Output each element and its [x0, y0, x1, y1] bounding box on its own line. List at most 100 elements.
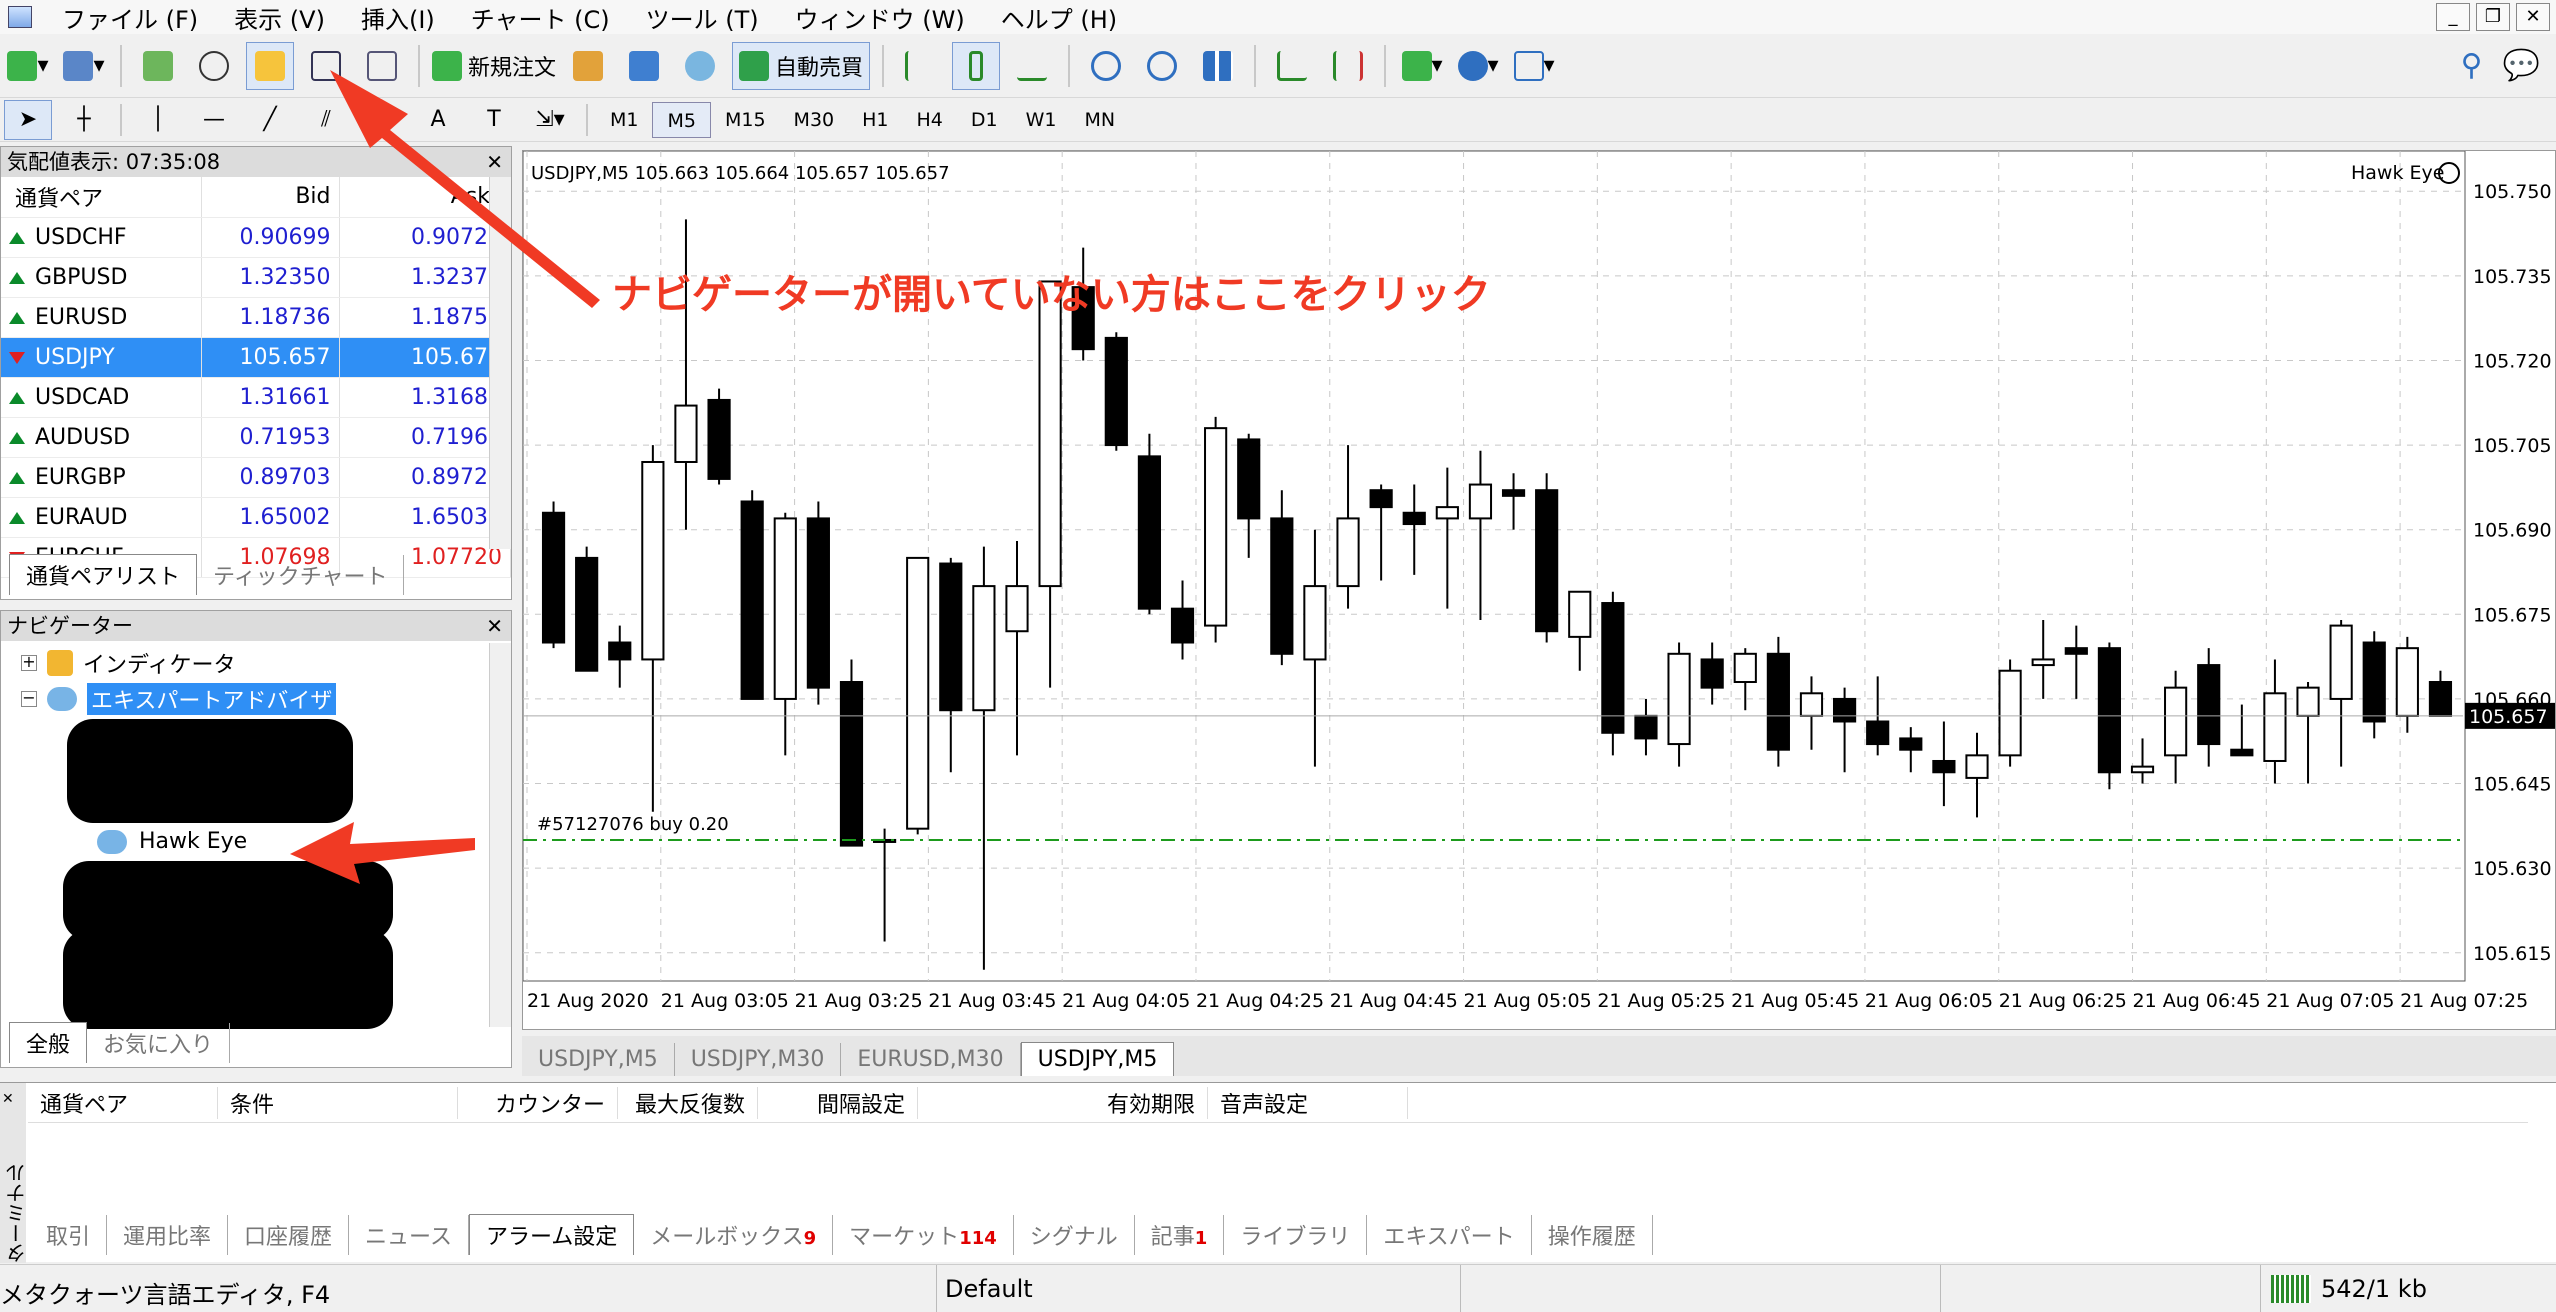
terminal-tab[interactable]: 操作履歴: [1532, 1215, 1653, 1255]
terminal-tab[interactable]: 運用比率: [107, 1215, 229, 1255]
candle-body: [2130, 765, 2155, 774]
market-watch-button[interactable]: [134, 42, 182, 90]
terminal-tab[interactable]: ライブラリ: [1224, 1215, 1368, 1255]
menu-chart[interactable]: チャート (C): [455, 0, 630, 35]
tile-windows-button[interactable]: [1194, 42, 1242, 90]
tree-item-experts[interactable]: − エキスパートアドバイザ: [21, 683, 337, 715]
tab-general[interactable]: 全般: [9, 1022, 88, 1063]
templates-button[interactable]: ▾: [1510, 42, 1558, 90]
menu-help[interactable]: ヘルプ (H): [985, 0, 1137, 35]
chart-tab[interactable]: USDJPY,M30: [675, 1043, 842, 1076]
tab-symbols[interactable]: 通貨ペアリスト: [9, 554, 198, 595]
timeframe-mn[interactable]: MN: [1071, 102, 1130, 138]
signals-button[interactable]: [676, 42, 724, 90]
arrow-up-icon: [9, 271, 25, 284]
search-icon[interactable]: ⚲: [2461, 48, 2483, 83]
chart-tab[interactable]: EURUSD,M30: [841, 1043, 1021, 1076]
timeframe-d1[interactable]: D1: [957, 102, 1012, 138]
timeframe-bar: M1 M5 M15 M30 H1 H4 D1 W1 MN: [596, 101, 1130, 138]
cursor-tool[interactable]: ➤: [4, 99, 52, 140]
horizontal-line-tool[interactable]: —: [190, 100, 238, 140]
menu-tools[interactable]: ツール (T): [630, 0, 779, 35]
expand-icon[interactable]: +: [21, 654, 37, 671]
chart-tab[interactable]: USDJPY,M5: [522, 1043, 675, 1076]
terminal-tab[interactable]: マーケット114: [833, 1215, 1014, 1255]
trendline-tool[interactable]: ╱: [246, 100, 294, 140]
close-button[interactable]: ✕: [2516, 3, 2550, 31]
symbol-name: USDJPY: [35, 344, 115, 370]
terminal-tab[interactable]: 記事1: [1135, 1215, 1225, 1255]
connection-status[interactable]: 542/1 kb: [2260, 1265, 2437, 1312]
market-row[interactable]: EURAUD 1.65002 1.65031: [1, 497, 511, 538]
vertical-line-tool[interactable]: │: [134, 100, 182, 140]
new-chart-button[interactable]: ▾: [4, 42, 52, 90]
timeframe-m5[interactable]: M5: [652, 101, 711, 138]
menu-view[interactable]: 表示 (V): [218, 0, 345, 35]
col-header[interactable]: 最大反復数: [618, 1086, 758, 1119]
line-chart-button[interactable]: [1008, 42, 1056, 90]
bar-chart-button[interactable]: [896, 42, 944, 90]
navigator-button[interactable]: [246, 41, 294, 90]
col-header[interactable]: 間隔設定: [758, 1086, 918, 1119]
arrow-up-icon: [9, 231, 25, 244]
indicators-button[interactable]: ▾: [1398, 42, 1446, 90]
arrow-up-icon: [9, 471, 25, 484]
market-row[interactable]: USDCAD 1.31661 1.31685: [1, 377, 511, 418]
terminal-tab[interactable]: ニュース: [349, 1215, 469, 1255]
timeframe-m30[interactable]: M30: [780, 102, 849, 138]
col-bid[interactable]: Bid: [201, 177, 340, 218]
col-header[interactable]: 有効期限: [918, 1086, 1208, 1119]
timeframe-h4[interactable]: H4: [903, 102, 957, 138]
zoom-out-button[interactable]: [1138, 42, 1186, 90]
navigator-scrollbar[interactable]: [489, 643, 511, 1027]
market-row[interactable]: AUDUSD 0.71953 0.71969: [1, 417, 511, 458]
col-symbol[interactable]: 通貨ペア: [1, 177, 202, 218]
zoom-in-button[interactable]: [1082, 42, 1130, 90]
app-icon[interactable]: [8, 6, 32, 28]
chart-tab[interactable]: USDJPY,M5: [1020, 1042, 1175, 1076]
auto-trading-button[interactable]: 自動売買: [732, 41, 871, 90]
menu-window[interactable]: ウィンドウ (W): [779, 0, 985, 35]
candle-chart-button[interactable]: [952, 41, 1001, 90]
symbol-cell: USDCAD: [1, 377, 202, 418]
terminal-tab[interactable]: アラーム設定: [468, 1214, 635, 1255]
close-icon[interactable]: ✕: [486, 611, 503, 641]
timeframe-w1[interactable]: W1: [1012, 102, 1071, 138]
collapse-icon[interactable]: −: [21, 690, 37, 707]
connection-bars-icon: [2271, 1275, 2311, 1303]
terminal-tab[interactable]: エキスパート: [1367, 1215, 1532, 1255]
minimize-button[interactable]: _: [2436, 3, 2470, 31]
chat-icon[interactable]: 💬: [2503, 48, 2540, 83]
autoscroll-button[interactable]: [1268, 42, 1316, 90]
candle-body: [707, 398, 731, 480]
indicators-label: インディケータ: [83, 653, 236, 678]
tab-tick-chart[interactable]: ティックチャート: [197, 555, 405, 595]
chart-shift-button[interactable]: [1324, 42, 1372, 90]
col-header[interactable]: 音声設定: [1208, 1086, 1408, 1119]
tree-item-hawk-eye[interactable]: Hawk Eye: [97, 829, 247, 854]
data-window-button[interactable]: [190, 42, 238, 90]
col-header[interactable]: 条件: [218, 1086, 458, 1119]
menu-file[interactable]: ファイル (F): [46, 0, 218, 35]
profiles-button[interactable]: ▾: [60, 42, 108, 90]
restore-button[interactable]: ❐: [2476, 3, 2510, 31]
terminal-tab[interactable]: メールボックス9: [634, 1215, 834, 1255]
tab-favorites[interactable]: お気に入り: [87, 1023, 231, 1063]
terminal-tab[interactable]: 口座履歴: [228, 1215, 350, 1255]
tree-item-indicators[interactable]: + インディケータ: [21, 647, 235, 679]
col-header[interactable]: カウンター: [458, 1086, 618, 1119]
col-header[interactable]: 通貨ペア: [28, 1086, 218, 1119]
market-row[interactable]: EURGBP 0.89703 0.89725: [1, 457, 511, 498]
y-tick-label: 105.630: [2473, 858, 2552, 880]
timeframe-h1[interactable]: H1: [848, 102, 902, 138]
market-row[interactable]: USDJPY 105.657 105.675: [1, 337, 511, 378]
crosshair-tool[interactable]: ┼: [60, 100, 108, 140]
terminal-tab[interactable]: シグナル: [1014, 1215, 1135, 1255]
periods-button[interactable]: ▾: [1454, 42, 1502, 90]
plus-icon: [7, 50, 38, 81]
close-icon[interactable]: ✕: [2, 1091, 14, 1107]
x-tick-label: 21 Aug 03:05: [661, 990, 789, 1012]
timeframe-m15[interactable]: M15: [711, 102, 780, 138]
menu-insert[interactable]: 挿入(I): [345, 0, 455, 35]
terminal-tab[interactable]: 取引: [30, 1215, 108, 1255]
